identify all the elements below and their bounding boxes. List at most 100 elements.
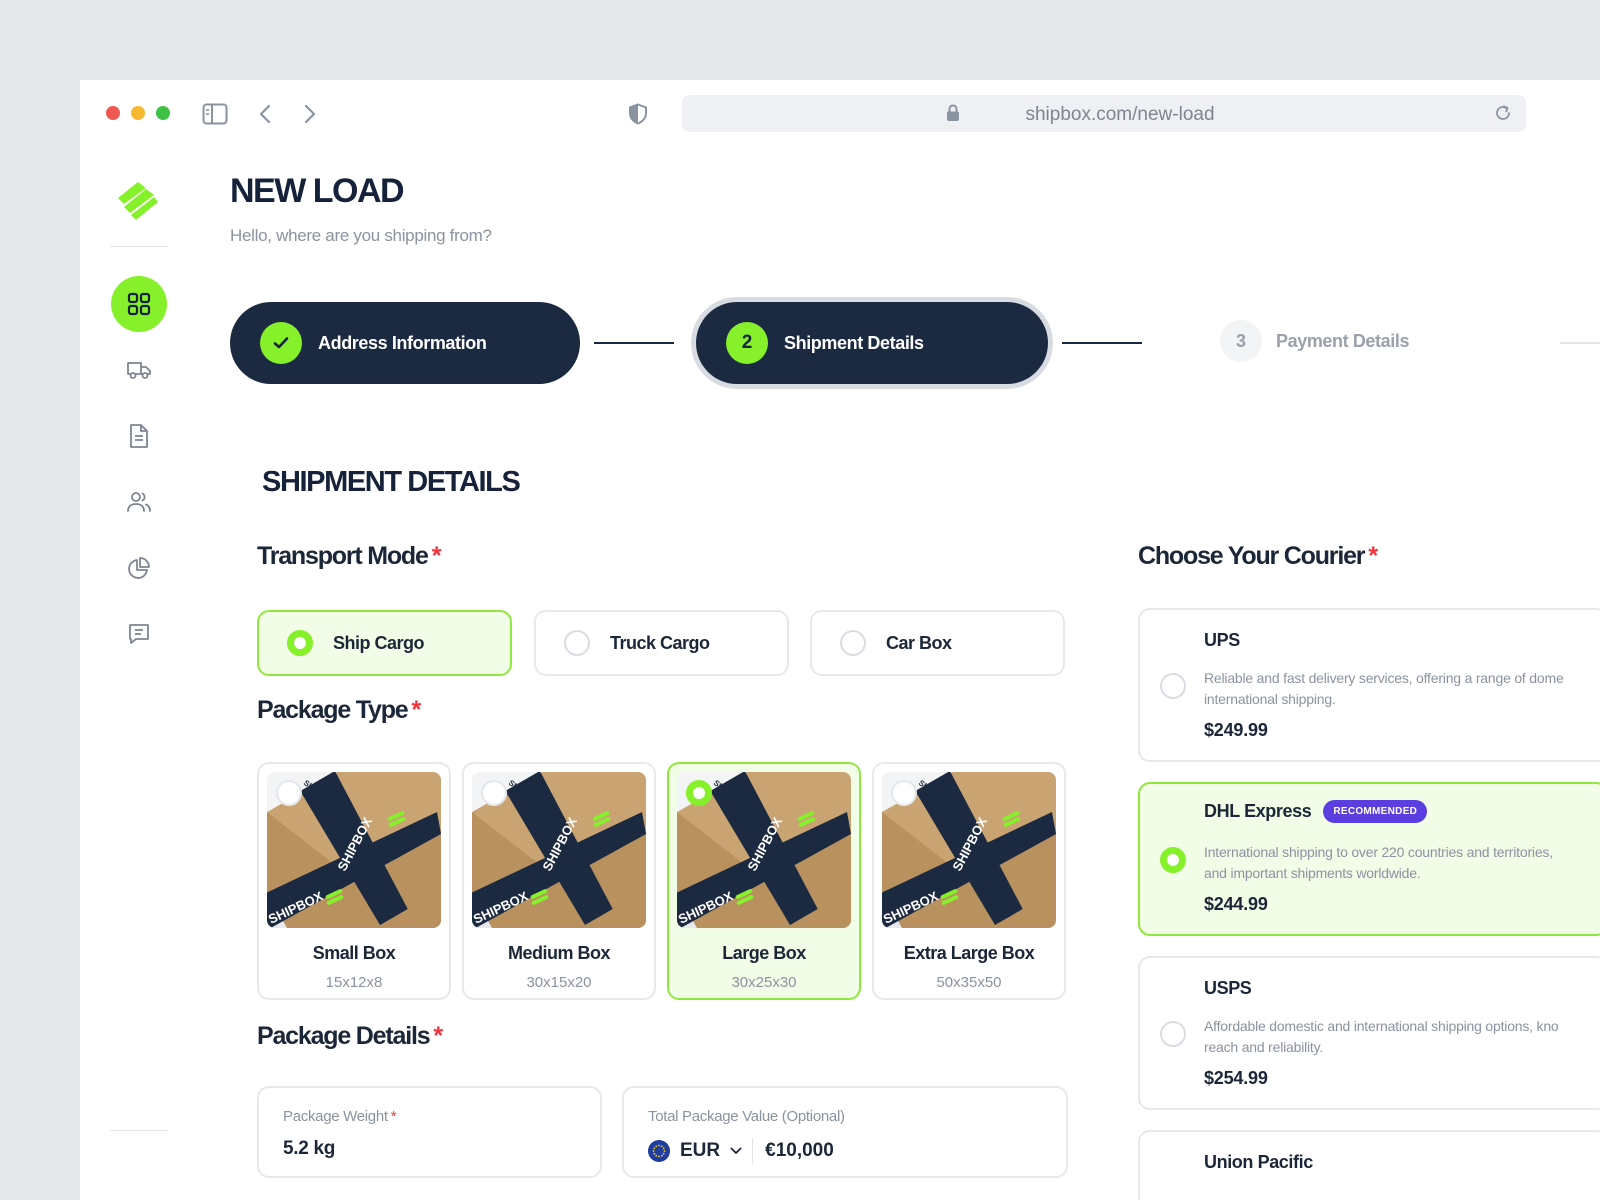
chevron-down-icon[interactable] bbox=[730, 1142, 742, 1160]
field-label: Total Package Value (Optional) bbox=[648, 1108, 845, 1125]
message-icon bbox=[129, 624, 149, 644]
dashboard-icon bbox=[127, 292, 151, 316]
required-mark: * bbox=[433, 1022, 443, 1050]
step-number: 2 bbox=[726, 322, 768, 364]
radio-button[interactable] bbox=[1160, 847, 1186, 873]
url-text: shipbox.com/new-load bbox=[1025, 104, 1215, 125]
package-dimensions: 50x35x50 bbox=[936, 974, 1002, 991]
step-label: Payment Details bbox=[1276, 330, 1410, 351]
package-weight-field[interactable]: Package Weight * 5.2 kg bbox=[257, 1086, 602, 1178]
courier-name: Union Pacific bbox=[1204, 1152, 1313, 1173]
courier-name: DHL Express RECOMMENDED bbox=[1204, 800, 1428, 823]
courier-name-text: UPS bbox=[1204, 630, 1240, 650]
step-payment-details[interactable]: 3 Payment Details bbox=[1220, 320, 1409, 362]
check-icon bbox=[273, 337, 289, 349]
description-line: reach and reliability. bbox=[1204, 1039, 1324, 1055]
courier-option-union-pacific[interactable]: Union Pacific bbox=[1138, 1130, 1600, 1200]
radio-button[interactable] bbox=[891, 780, 917, 806]
courier-price: $249.99 bbox=[1204, 720, 1268, 740]
divider bbox=[752, 1138, 754, 1164]
sidebar-toggle-icon[interactable] bbox=[201, 100, 229, 128]
nav-reports[interactable] bbox=[111, 540, 167, 596]
package-dimensions: 30x25x30 bbox=[731, 974, 797, 991]
package-option-small-box[interactable]: SHIPBOX SHIPBOX SHIPBOX Small Box 15x12x… bbox=[257, 762, 451, 1000]
transport-option-car-box[interactable]: Car Box bbox=[810, 610, 1065, 676]
shipbox-logo[interactable] bbox=[116, 180, 160, 224]
field-title-text: Package Type bbox=[257, 696, 409, 724]
step-number: 3 bbox=[1220, 320, 1262, 362]
required-mark: * bbox=[1368, 542, 1378, 570]
package-dimensions: 15x12x8 bbox=[325, 974, 383, 991]
transport-option-truck-cargo[interactable]: Truck Cargo bbox=[534, 610, 789, 676]
description-line: Reliable and fast delivery services, off… bbox=[1204, 670, 1564, 686]
radio-button[interactable] bbox=[840, 630, 866, 656]
field-label-text: Package Weight bbox=[283, 1108, 388, 1125]
courier-price: $254.99 bbox=[1204, 1068, 1268, 1088]
step-address-information[interactable]: Address Information bbox=[230, 302, 580, 384]
eu-flag-icon bbox=[648, 1140, 670, 1162]
package-details-title: Package Details * bbox=[257, 1022, 443, 1051]
minimize-window-button[interactable] bbox=[131, 106, 145, 120]
courier-option-ups[interactable]: UPS Reliable and fast delivery services,… bbox=[1138, 608, 1600, 762]
section-title: SHIPMENT DETAILS bbox=[262, 466, 521, 498]
reload-icon[interactable] bbox=[1494, 104, 1512, 127]
shield-icon[interactable] bbox=[624, 100, 652, 128]
package-dimensions: 30x15x20 bbox=[526, 974, 592, 991]
package-option-medium-box[interactable]: SHIPBOX SHIPBOX SHIPBOX Medium Box 30x15… bbox=[462, 762, 656, 1000]
step-connector bbox=[1062, 342, 1142, 344]
description-line: and important shipments worldwide. bbox=[1204, 865, 1421, 881]
package-value-field[interactable]: Total Package Value (Optional) EUR €10,0… bbox=[622, 1086, 1068, 1178]
package-option-large-box[interactable]: SHIPBOX SHIPBOX SHIPBOX Large Box 30x25x… bbox=[667, 762, 861, 1000]
radio-button[interactable] bbox=[276, 780, 302, 806]
nav-documents[interactable] bbox=[111, 408, 167, 464]
nav-messages[interactable] bbox=[111, 606, 167, 662]
transport-mode-title: Transport Mode * bbox=[257, 542, 442, 571]
field-title-text: Transport Mode bbox=[257, 542, 429, 570]
sidebar-divider-bottom bbox=[110, 1130, 168, 1131]
courier-name: USPS bbox=[1204, 978, 1252, 999]
radio-button[interactable] bbox=[1160, 673, 1186, 699]
page-title: NEW LOAD bbox=[230, 172, 405, 210]
radio-button[interactable] bbox=[1160, 1021, 1186, 1047]
required-mark: * bbox=[431, 542, 442, 570]
courier-option-dhl-express[interactable]: DHL Express RECOMMENDED International shi… bbox=[1138, 782, 1600, 936]
step-label: Address Information bbox=[318, 332, 487, 353]
document-icon bbox=[130, 424, 148, 448]
field-title-text: Choose Your Courier bbox=[1138, 542, 1366, 570]
currency-select[interactable]: EUR bbox=[680, 1140, 720, 1162]
package-weight-value[interactable]: 5.2 kg bbox=[283, 1138, 335, 1160]
step-connector bbox=[1560, 342, 1600, 344]
forward-arrow-icon[interactable] bbox=[296, 100, 324, 128]
package-name: Small Box bbox=[312, 943, 396, 963]
page-subtitle: Hello, where are you shipping from? bbox=[230, 226, 492, 245]
step-connector bbox=[594, 342, 674, 344]
option-label: Car Box bbox=[886, 632, 952, 653]
package-type-title: Package Type * bbox=[257, 696, 421, 725]
radio-button[interactable] bbox=[564, 630, 590, 656]
option-label: Ship Cargo bbox=[333, 632, 425, 653]
transport-option-ship-cargo[interactable]: Ship Cargo bbox=[257, 610, 512, 676]
description-line: international shipping. bbox=[1204, 691, 1336, 707]
required-mark: * bbox=[390, 1108, 397, 1125]
description-line: International shipping to over 220 count… bbox=[1204, 844, 1553, 860]
package-name: Medium Box bbox=[507, 943, 611, 963]
address-bar[interactable]: shipbox.com/new-load bbox=[682, 95, 1526, 132]
nav-shipments[interactable] bbox=[111, 342, 167, 398]
step-shipment-details[interactable]: 2 Shipment Details bbox=[696, 302, 1048, 384]
nav-dashboard[interactable] bbox=[111, 276, 167, 332]
field-title-text: Package Details bbox=[257, 1022, 431, 1050]
radio-button[interactable] bbox=[287, 630, 313, 656]
courier-title: Choose Your Courier * bbox=[1138, 542, 1378, 571]
radio-button[interactable] bbox=[686, 780, 712, 806]
recommended-badge: RECOMMENDED bbox=[1323, 800, 1428, 823]
nav-users[interactable] bbox=[111, 474, 167, 530]
maximize-window-button[interactable] bbox=[156, 106, 170, 120]
package-option-extra-large-box[interactable]: SHIPBOX SHIPBOX SHIPBOX Extra Large Box … bbox=[872, 762, 1066, 1000]
radio-button[interactable] bbox=[481, 780, 507, 806]
close-window-button[interactable] bbox=[106, 106, 120, 120]
courier-option-usps[interactable]: USPS Affordable domestic and internation… bbox=[1138, 956, 1600, 1110]
package-name: Extra Large Box bbox=[903, 943, 1035, 963]
package-value-amount[interactable]: €10,000 bbox=[765, 1140, 834, 1162]
description-line: Affordable domestic and international sh… bbox=[1204, 1018, 1559, 1034]
back-arrow-icon[interactable] bbox=[251, 100, 279, 128]
